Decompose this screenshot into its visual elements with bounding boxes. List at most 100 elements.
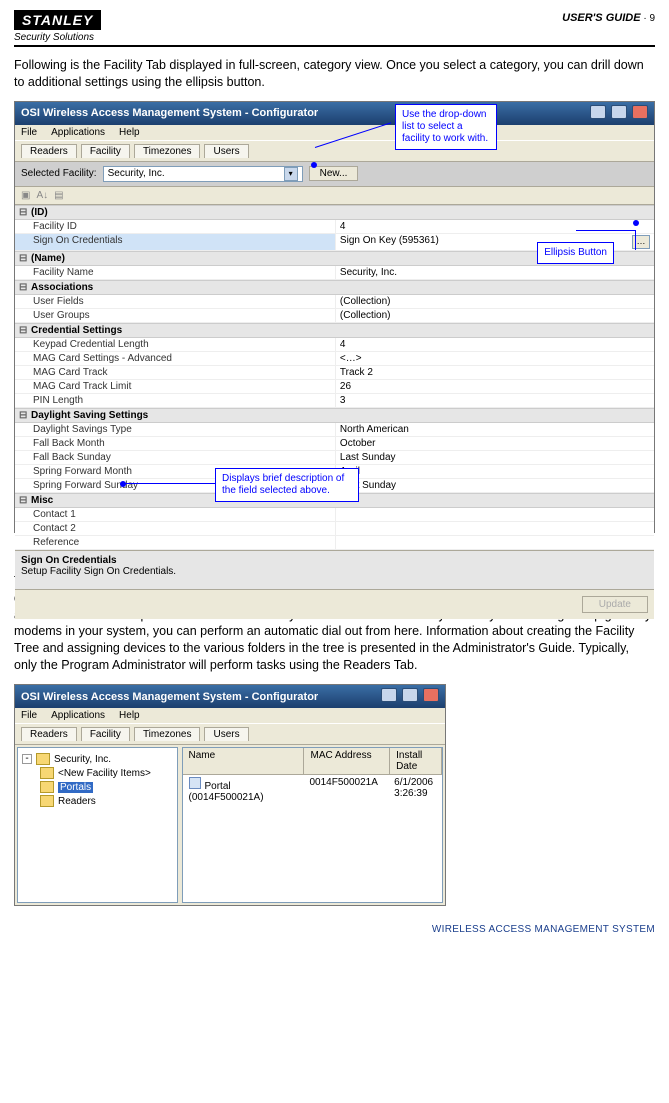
categorized-view-icon[interactable]: ▣ <box>21 190 30 201</box>
menu-help[interactable]: Help <box>119 710 140 721</box>
property-row[interactable]: Facility ID4 <box>15 220 654 234</box>
collapse-icon[interactable]: ⊟ <box>19 282 31 293</box>
minus-icon[interactable]: - <box>22 754 32 764</box>
menu-file[interactable]: File <box>21 127 37 138</box>
tree-item-portals[interactable]: Portals <box>40 780 173 794</box>
readers-body: - Security, Inc. <New Facility Items> Po… <box>15 745 445 905</box>
close-icon[interactable] <box>632 105 648 119</box>
facility-tree[interactable]: - Security, Inc. <New Facility Items> Po… <box>17 747 178 903</box>
facility-dropdown[interactable]: Security, Inc. ▾ <box>103 166 303 182</box>
menu-applications[interactable]: Applications <box>51 710 105 721</box>
maximize-icon[interactable] <box>611 105 627 119</box>
property-value[interactable] <box>335 508 654 521</box>
property-row[interactable]: Reference <box>15 536 654 550</box>
collapse-icon[interactable]: ⊟ <box>19 207 31 218</box>
category-name: Daylight Saving Settings <box>31 410 148 421</box>
tab-users[interactable]: Users <box>204 144 248 158</box>
property-value[interactable]: 3 <box>335 394 654 407</box>
new-button[interactable]: New... <box>309 166 359 181</box>
property-value[interactable]: 26 <box>335 380 654 393</box>
property-row[interactable]: Keypad Credential Length4 <box>15 338 654 352</box>
alphabetical-view-icon[interactable]: A↓ <box>36 190 48 201</box>
property-row[interactable]: Daylight Savings TypeNorth American <box>15 423 654 437</box>
category-name: Credential Settings <box>31 325 122 336</box>
tab-facility[interactable]: Facility <box>81 144 130 158</box>
property-value[interactable]: <…> <box>335 352 654 365</box>
property-pages-icon[interactable]: ▤ <box>54 190 63 201</box>
property-value[interactable]: 4 <box>335 338 654 351</box>
window2-title: OSI Wireless Access Management System - … <box>21 691 318 703</box>
col-install-date[interactable]: Install Date <box>390 748 442 774</box>
property-value[interactable]: First Sunday <box>335 479 654 492</box>
property-row[interactable]: MAG Card Track Limit26 <box>15 380 654 394</box>
tab-timezones[interactable]: Timezones <box>134 727 201 741</box>
category-row[interactable]: ⊟Daylight Saving Settings <box>15 408 654 423</box>
category-row[interactable]: ⊟Credential Settings <box>15 323 654 338</box>
menu-file[interactable]: File <box>21 710 37 721</box>
close-icon[interactable] <box>423 688 439 702</box>
maximize-icon[interactable] <box>402 688 418 702</box>
guide-label-block: USER'S GUIDE · 9 <box>562 10 655 24</box>
folder-icon <box>36 753 50 765</box>
property-row[interactable]: Fall Back SundayLast Sunday <box>15 451 654 465</box>
category-name: Misc <box>31 495 53 506</box>
property-value[interactable]: (Collection) <box>335 309 654 322</box>
property-label: MAG Card Settings - Advanced <box>15 352 335 365</box>
callout-help: Displays brief description of the field … <box>215 468 359 502</box>
tree-item-readers[interactable]: Readers <box>40 794 173 808</box>
window2-titlebar[interactable]: OSI Wireless Access Management System - … <box>15 685 445 708</box>
minimize-icon[interactable] <box>590 105 606 119</box>
tab-readers[interactable]: Readers <box>21 727 77 741</box>
property-row[interactable]: User Groups(Collection) <box>15 309 654 323</box>
readers-tab-screenshot: OSI Wireless Access Management System - … <box>14 684 446 906</box>
property-row[interactable]: MAG Card Settings - Advanced<…> <box>15 352 654 366</box>
property-value[interactable] <box>335 536 654 549</box>
tree-item-label: <New Facility Items> <box>58 768 151 779</box>
device-list: Name MAC Address Install Date Portal (00… <box>182 747 444 903</box>
minimize-icon[interactable] <box>381 688 397 702</box>
property-row[interactable]: Contact 1 <box>15 508 654 522</box>
property-row[interactable]: Facility NameSecurity, Inc. <box>15 266 654 280</box>
property-value[interactable]: North American <box>335 423 654 436</box>
property-row[interactable]: User Fields(Collection) <box>15 295 654 309</box>
collapse-icon[interactable]: ⊟ <box>19 325 31 336</box>
collapse-icon[interactable]: ⊟ <box>19 410 31 421</box>
help-title: Sign On Credentials <box>21 555 648 566</box>
update-button[interactable]: Update <box>582 596 648 613</box>
menu-applications[interactable]: Applications <box>51 127 105 138</box>
tab-timezones[interactable]: Timezones <box>134 144 201 158</box>
tree-item-new[interactable]: <New Facility Items> <box>40 766 173 780</box>
property-row[interactable]: Contact 2 <box>15 522 654 536</box>
menu-help[interactable]: Help <box>119 127 140 138</box>
tab-facility[interactable]: Facility <box>81 727 130 741</box>
property-label: Fall Back Month <box>15 437 335 450</box>
collapse-icon[interactable]: ⊟ <box>19 253 31 264</box>
property-value[interactable]: October <box>335 437 654 450</box>
property-row[interactable]: PIN Length3 <box>15 394 654 408</box>
category-row[interactable]: ⊟Associations <box>15 280 654 295</box>
tab-bar: Readers Facility Timezones Users <box>15 140 654 162</box>
property-value[interactable]: Last Sunday <box>335 451 654 464</box>
property-label: Reference <box>15 536 335 549</box>
tree-root[interactable]: - Security, Inc. <box>22 752 173 766</box>
window-titlebar[interactable]: OSI Wireless Access Management System - … <box>15 102 654 125</box>
selected-facility-label: Selected Facility: <box>21 168 97 179</box>
col-mac[interactable]: MAC Address <box>304 748 390 774</box>
property-value[interactable]: Track 2 <box>335 366 654 379</box>
col-name[interactable]: Name <box>183 748 305 774</box>
property-value[interactable]: Security, Inc. <box>335 266 654 279</box>
property-row[interactable]: Fall Back MonthOctober <box>15 437 654 451</box>
list-row[interactable]: Portal (0014F500021A) 0014F500021A 6/1/2… <box>183 775 443 805</box>
property-value[interactable]: April <box>335 465 654 478</box>
brand-top: STANLEY <box>14 10 101 30</box>
chevron-down-icon[interactable]: ▾ <box>284 167 298 181</box>
collapse-icon[interactable]: ⊟ <box>19 495 31 506</box>
category-row[interactable]: ⊟(ID) <box>15 205 654 220</box>
property-row[interactable]: MAG Card TrackTrack 2 <box>15 366 654 380</box>
tab-users[interactable]: Users <box>204 727 248 741</box>
property-value[interactable]: 4 <box>335 220 654 233</box>
tab-readers[interactable]: Readers <box>21 144 77 158</box>
property-value[interactable] <box>335 522 654 535</box>
callout-ellipsis-leader-v <box>635 230 636 250</box>
property-value[interactable]: (Collection) <box>335 295 654 308</box>
